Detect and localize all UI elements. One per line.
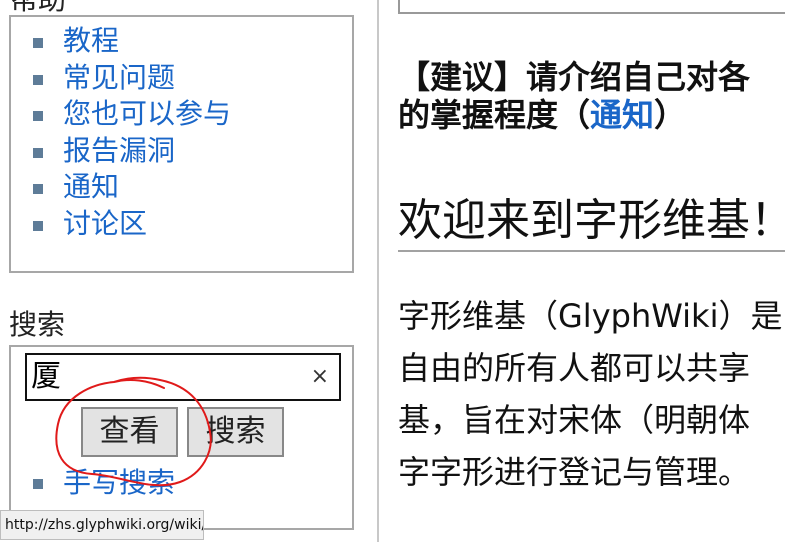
search-portlet: 厦 × 查看 搜索 手写搜索 xyxy=(9,345,354,530)
bullet-icon xyxy=(33,38,43,48)
notice-banner: 【建议】请介绍自己对各 的掌握程度（通知） xyxy=(398,58,785,134)
handwrite-search-link[interactable]: 手写搜索 xyxy=(63,466,175,499)
help-item-participate: 您也可以参与 xyxy=(31,96,231,133)
page-heading: 欢迎来到字形维基！ xyxy=(398,195,785,246)
bullet-icon xyxy=(33,184,43,195)
search-button[interactable]: 搜索 xyxy=(187,407,284,457)
intro-line: 基，旨在对宋体（明朝体 xyxy=(398,401,751,439)
notice-line-2: 的掌握程度（通知） xyxy=(398,96,785,134)
help-link-participate[interactable]: 您也可以参与 xyxy=(63,97,231,130)
intro-line: 字形维基（GlyphWiki）是 xyxy=(398,297,783,335)
view-button[interactable]: 查看 xyxy=(81,407,178,457)
help-link-forum[interactable]: 讨论区 xyxy=(63,207,147,240)
notice-prefix: 的掌握程度（ xyxy=(398,96,591,134)
bullet-icon xyxy=(33,147,43,158)
notice-suffix: ） xyxy=(654,96,687,134)
intro-paragraph: 字形维基（GlyphWiki）是 自由的所有人都可以共享 基，旨在对宋体（明朝体… xyxy=(398,290,785,498)
search-input[interactable]: 厦 × xyxy=(25,353,341,401)
help-portlet: 教程 常见问题 您也可以参与 报告漏洞 通知 讨论区 xyxy=(9,15,354,273)
help-link-faq[interactable]: 常见问题 xyxy=(63,61,175,94)
help-list: 教程 常见问题 您也可以参与 报告漏洞 通知 讨论区 xyxy=(31,23,231,243)
help-heading: 帮助 xyxy=(10,0,66,14)
heading-rule xyxy=(398,250,785,252)
help-link-tutorial[interactable]: 教程 xyxy=(63,24,119,57)
help-link-notice[interactable]: 通知 xyxy=(63,170,119,203)
bullet-icon xyxy=(33,220,43,231)
clear-icon[interactable]: × xyxy=(311,363,329,391)
handwrite-search-item: 手写搜索 xyxy=(31,465,175,501)
search-input-value: 厦 xyxy=(31,359,61,394)
search-heading: 搜索 xyxy=(9,308,66,341)
bullet-icon xyxy=(33,74,43,85)
top-content-box xyxy=(398,0,785,14)
notice-link[interactable]: 通知 xyxy=(590,96,654,134)
help-item-faq: 常见问题 xyxy=(31,60,231,97)
intro-line: 自由的所有人都可以共享 xyxy=(398,349,751,387)
help-item-notice: 通知 xyxy=(31,169,231,206)
help-item-tutorial: 教程 xyxy=(31,23,231,60)
intro-line: 字字形进行登记与管理。 xyxy=(398,453,751,491)
help-item-report-bug: 报告漏洞 xyxy=(31,133,231,170)
sidebar-divider xyxy=(377,0,379,542)
notice-line-1: 【建议】请介绍自己对各 xyxy=(398,58,751,96)
help-link-report-bug[interactable]: 报告漏洞 xyxy=(63,134,175,167)
bullet-icon xyxy=(33,479,43,489)
bullet-icon xyxy=(33,111,43,122)
help-item-forum: 讨论区 xyxy=(31,206,231,243)
status-bar-url: http://zhs.glyphwiki.org/wiki/C xyxy=(0,510,204,540)
